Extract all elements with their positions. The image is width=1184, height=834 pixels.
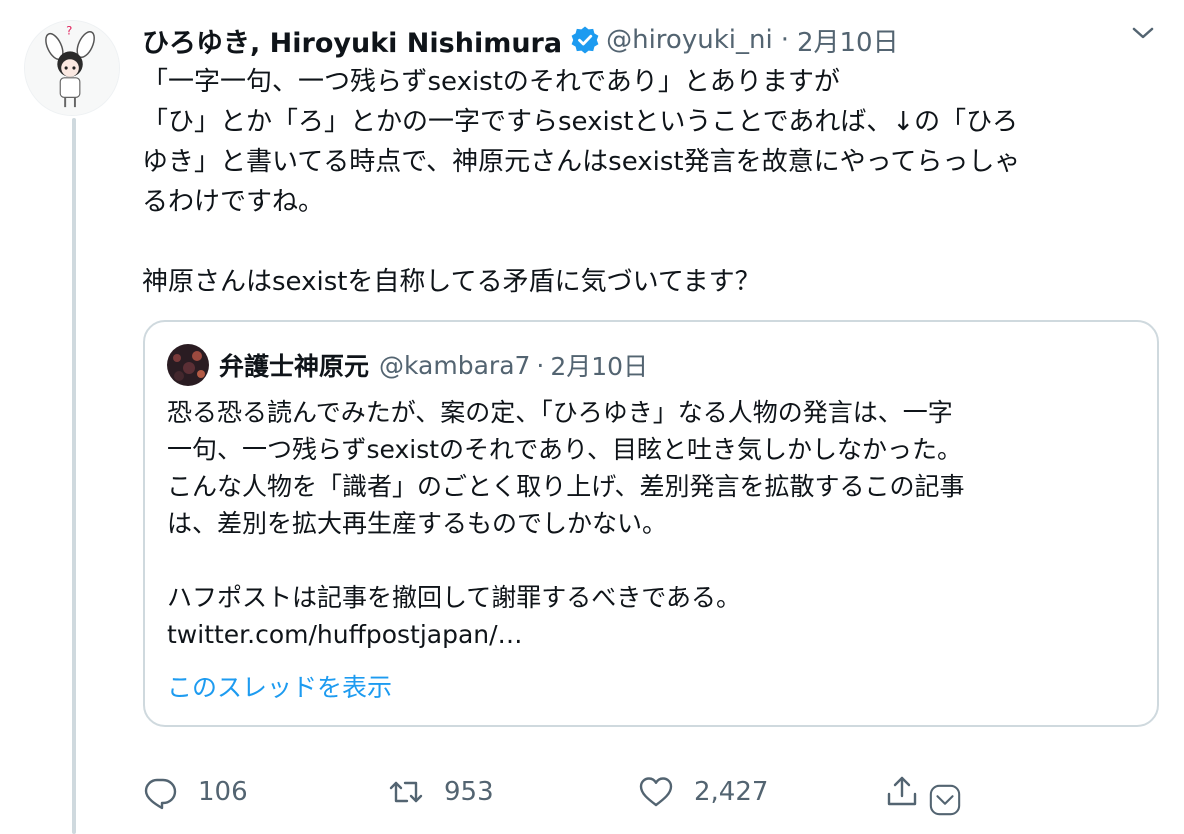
- reply-icon: [144, 778, 177, 810]
- retweet-count: 953: [444, 777, 494, 807]
- separator-dot: ·: [780, 25, 789, 55]
- avatar[interactable]: ?: [24, 20, 120, 116]
- tweet-text-line: るわけですね。: [142, 187, 325, 217]
- separator-dot: ·: [536, 350, 545, 380]
- quoted-date: 2月10日: [550, 352, 649, 381]
- dm-icon: [929, 784, 961, 816]
- reply-button[interactable]: 106: [142, 770, 248, 814]
- thread-line: [72, 118, 76, 834]
- svg-text:?: ?: [66, 24, 72, 38]
- quoted-text-line: こんな人物を「識者」のごとく取り上げ、差別発言を拡散するこの記事: [167, 472, 965, 501]
- tweet-text-line: ゆき」と書いてる時点で、神原元さんはsexist発言を故意にやってらっしゃ: [142, 147, 1021, 177]
- tweet-text-line: [142, 222, 1152, 262]
- tweet-text: 「一字一句、一つ残らずsexistのそれであり」とありますが 「ひ」とか「ろ」と…: [142, 62, 1152, 302]
- quoted-text-line: [167, 542, 1147, 579]
- heart-icon: [639, 777, 673, 807]
- quoted-text-line: は、差別を拡大再生産するものでしかない。: [167, 509, 668, 538]
- quoted-text: 恐る恐る読んでみたが、案の定、「ひろゆき」なる人物の発言は、一字 一句、一つ残ら…: [167, 394, 1147, 653]
- tweet-text-line: 神原さんはsexistを自称してる矛盾に気づいてます？: [142, 267, 761, 297]
- like-count: 2,427: [694, 777, 769, 807]
- show-thread-link[interactable]: このスレッドを表示: [167, 668, 392, 704]
- author-handle[interactable]: @hiroyuki_ni: [606, 25, 773, 55]
- quoted-link: twitter.com/huffpostjapan/…: [167, 620, 523, 649]
- quoted-text-line: 一句、一つ残らずsexistのそれであり、目眩と吐き気しかしなかった。: [167, 435, 963, 464]
- share-icon: [887, 776, 917, 806]
- verified-badge-icon: [570, 25, 600, 55]
- retweet-icon: [389, 781, 423, 803]
- tweet-header: ひろゆき, Hiroyuki Nishimura @hiroyuki_ni · …: [142, 18, 899, 62]
- tweet-date[interactable]: 2月10日: [797, 22, 899, 59]
- quoted-avatar: [167, 344, 209, 386]
- chevron-down-icon[interactable]: [1130, 22, 1156, 44]
- tweet-text-line: 「一字一句、一つ残らずsexistのそれであり」とありますが: [142, 67, 840, 97]
- quoted-header: 弁護士神原元 @kambara7 · 2月10日: [219, 344, 648, 386]
- quoted-author-handle: @kambara7: [379, 350, 531, 380]
- quoted-text-line: ハフポストは記事を撤回して謝罪するべきである。: [167, 583, 742, 612]
- share-button[interactable]: [884, 770, 920, 814]
- author-name[interactable]: ひろゆき, Hiroyuki Nishimura: [142, 21, 562, 60]
- quoted-tweet[interactable]: 弁護士神原元 @kambara7 · 2月10日 恐る恐る読んでみたが、案の定、…: [143, 320, 1159, 727]
- like-button[interactable]: 2,427: [638, 770, 768, 814]
- retweet-button[interactable]: 953: [388, 770, 494, 814]
- quoted-author-name: 弁護士神原元: [219, 352, 370, 381]
- quoted-text-line: 恐る恐る読んでみたが、案の定、「ひろゆき」なる人物の発言は、一字: [167, 398, 953, 427]
- reply-count: 106: [198, 777, 248, 807]
- dm-button[interactable]: [928, 782, 962, 818]
- action-bar: 106 953 2,427: [142, 770, 972, 816]
- tweet-text-line: 「ひ」とか「ろ」とかの一字ですらsexistということであれば、↓の「ひろ: [142, 107, 1019, 137]
